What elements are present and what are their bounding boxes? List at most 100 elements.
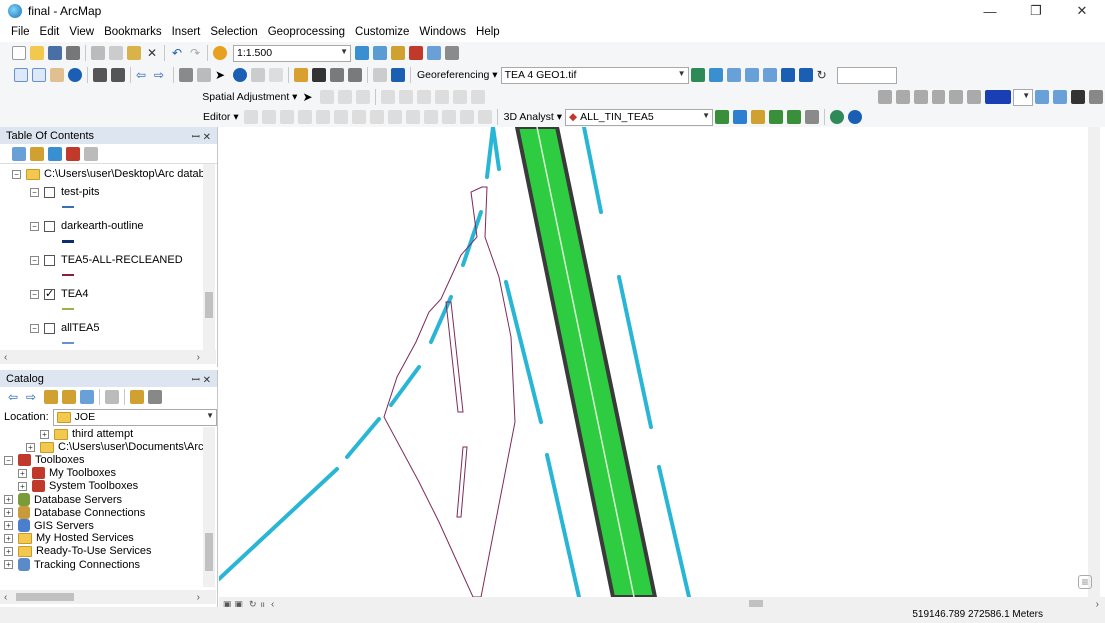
toc-vertical-scrollbar[interactable] — [203, 164, 215, 350]
list-by-visibility-icon[interactable] — [48, 146, 62, 161]
measure-icon[interactable] — [294, 68, 308, 82]
model-builder-icon[interactable] — [445, 46, 459, 60]
clear-selection-icon[interactable] — [197, 68, 211, 82]
catalog-item[interactable]: + Tracking Connections — [4, 558, 140, 571]
redo-icon[interactable]: ↷ — [188, 46, 202, 60]
expand-icon[interactable]: + — [4, 560, 13, 569]
toc-layer-row[interactable]: − test-pits — [30, 186, 100, 198]
catalog-item[interactable]: + System Toolboxes — [18, 480, 138, 492]
clear-limited-adjustment-icon[interactable] — [417, 90, 432, 104]
expand-icon[interactable]: + — [4, 495, 13, 504]
collapse-icon[interactable]: − — [30, 187, 39, 197]
cut-icon[interactable] — [91, 46, 105, 60]
create-viewer-icon[interactable] — [391, 68, 405, 82]
views-icon[interactable] — [105, 390, 119, 404]
go-to-xy-icon[interactable] — [348, 68, 362, 82]
analyst-layer-combo[interactable]: ◆ ALL_TIN_TEA5 ▼ — [565, 108, 714, 126]
fixed-zoom-out-icon[interactable] — [111, 68, 125, 82]
expand-icon[interactable]: + — [4, 508, 13, 517]
toc-window-icon[interactable] — [373, 46, 387, 60]
find-route-icon[interactable] — [330, 68, 344, 82]
expand-icon[interactable]: + — [4, 521, 13, 530]
catalog-item[interactable]: + My Hosted Services — [4, 532, 134, 544]
scroll-right-icon[interactable]: › — [197, 352, 200, 363]
attribute-transfer-icon[interactable] — [453, 90, 468, 104]
attributes-icon[interactable] — [441, 110, 456, 124]
interpolate-line-icon[interactable] — [787, 110, 802, 124]
new-displacement-link-icon[interactable] — [320, 90, 335, 104]
auto-adjust-icon[interactable] — [708, 68, 723, 82]
scroll-left-icon[interactable]: ‹ — [4, 592, 7, 603]
add-data-icon[interactable] — [213, 46, 227, 60]
modify-link-icon[interactable] — [338, 90, 353, 104]
pin-close-icon[interactable]: ꟷ ✕ — [192, 372, 211, 386]
menu-geoprocessing[interactable]: Geoprocessing — [263, 26, 350, 38]
fixed-zoom-in-icon[interactable] — [93, 68, 107, 82]
catalog-item[interactable]: + GIS Servers — [4, 519, 94, 532]
layout-icon-4[interactable] — [1089, 90, 1104, 104]
arcglobe-icon[interactable] — [848, 110, 863, 124]
catalog-item[interactable]: + My Toolboxes — [18, 467, 116, 479]
python-window-icon[interactable] — [427, 46, 441, 60]
toggle-contents-icon[interactable] — [148, 390, 162, 404]
layout-view-icon[interactable]: ≡ — [1078, 575, 1092, 589]
toc-layer-row[interactable]: − allTEA5 — [30, 322, 100, 334]
collapse-icon[interactable]: − — [30, 221, 39, 231]
new-limited-adjustment-icon[interactable] — [399, 90, 414, 104]
rotation-angle-input[interactable] — [836, 66, 897, 84]
location-combo[interactable]: JOE ▼ — [52, 408, 217, 426]
rotate-edit-icon[interactable] — [423, 110, 438, 124]
full-extent-icon[interactable] — [68, 68, 82, 82]
menu-windows[interactable]: Windows — [414, 26, 471, 38]
steepest-path-icon[interactable] — [733, 110, 748, 124]
layer-visibility-checkbox[interactable] — [44, 287, 55, 300]
straight-segment-icon[interactable] — [279, 110, 294, 124]
expand-icon[interactable]: + — [4, 533, 13, 543]
new-identity-link-icon[interactable] — [381, 90, 396, 104]
expand-icon[interactable]: + — [4, 546, 13, 556]
swatch-dropdown[interactable]: ▼ — [1013, 88, 1034, 106]
zoom-in-icon[interactable] — [14, 68, 28, 82]
scale-combo[interactable]: 1:1.500 ▼ — [233, 44, 351, 62]
catalog-item[interactable]: + third attempt — [40, 428, 133, 440]
save-icon[interactable] — [48, 46, 62, 60]
toc-layer-row[interactable]: − darkearth-outline — [30, 220, 144, 232]
up-one-level-icon[interactable] — [44, 390, 58, 404]
map-canvas[interactable] — [219, 127, 1100, 597]
toc-layer-row[interactable]: − TEA4 — [30, 287, 89, 300]
edit-vertices-icon[interactable] — [351, 110, 366, 124]
view-link-table-icon[interactable] — [780, 68, 795, 82]
pin-close-icon[interactable]: ꟷ ✕ — [192, 129, 211, 143]
edit-tool-icon[interactable] — [243, 110, 258, 124]
time-slider-icon[interactable] — [373, 68, 387, 82]
contour-icon[interactable] — [715, 110, 730, 124]
menu-help[interactable]: Help — [471, 26, 505, 38]
reshape-icon[interactable] — [369, 110, 384, 124]
catalog-horizontal-scrollbar[interactable]: ‹ › — [0, 590, 216, 604]
view-link-table-adj-icon[interactable] — [435, 90, 450, 104]
catalog-item[interactable]: + Database Servers — [4, 493, 122, 506]
pan-icon[interactable] — [50, 68, 64, 82]
forward-arrow-icon[interactable]: ⇨ — [26, 390, 40, 404]
restore-button[interactable]: ❐ — [1013, 0, 1059, 22]
find-icon[interactable] — [312, 68, 326, 82]
html-popup-icon[interactable] — [269, 68, 283, 82]
shift-icon[interactable] — [744, 68, 759, 82]
expand-icon[interactable]: + — [26, 442, 35, 452]
map-vertical-scrollbar[interactable] — [1088, 127, 1100, 597]
layout-icon-2[interactable] — [1053, 90, 1068, 104]
toc-horizontal-scrollbar[interactable]: ‹ › — [0, 350, 216, 364]
rotate-data-frame-icon[interactable]: ↻ — [817, 68, 831, 82]
menu-view[interactable]: View — [64, 26, 99, 38]
tracking-icon-6[interactable] — [967, 90, 982, 104]
back-arrow-icon[interactable]: ⇦ — [8, 390, 22, 404]
list-by-source-icon[interactable] — [30, 146, 44, 161]
scroll-right-icon[interactable]: › — [197, 592, 200, 603]
cut-polygons-icon[interactable] — [387, 110, 402, 124]
scroll-thumb[interactable] — [205, 292, 213, 318]
catalog-item[interactable]: + C:\Users\user\Documents\ArcGI — [26, 441, 215, 453]
menu-selection[interactable]: Selection — [205, 26, 262, 38]
menu-insert[interactable]: Insert — [167, 26, 206, 38]
catalog-item[interactable]: + Ready-To-Use Services — [4, 545, 152, 557]
color-swatch-icon[interactable] — [985, 90, 1012, 104]
